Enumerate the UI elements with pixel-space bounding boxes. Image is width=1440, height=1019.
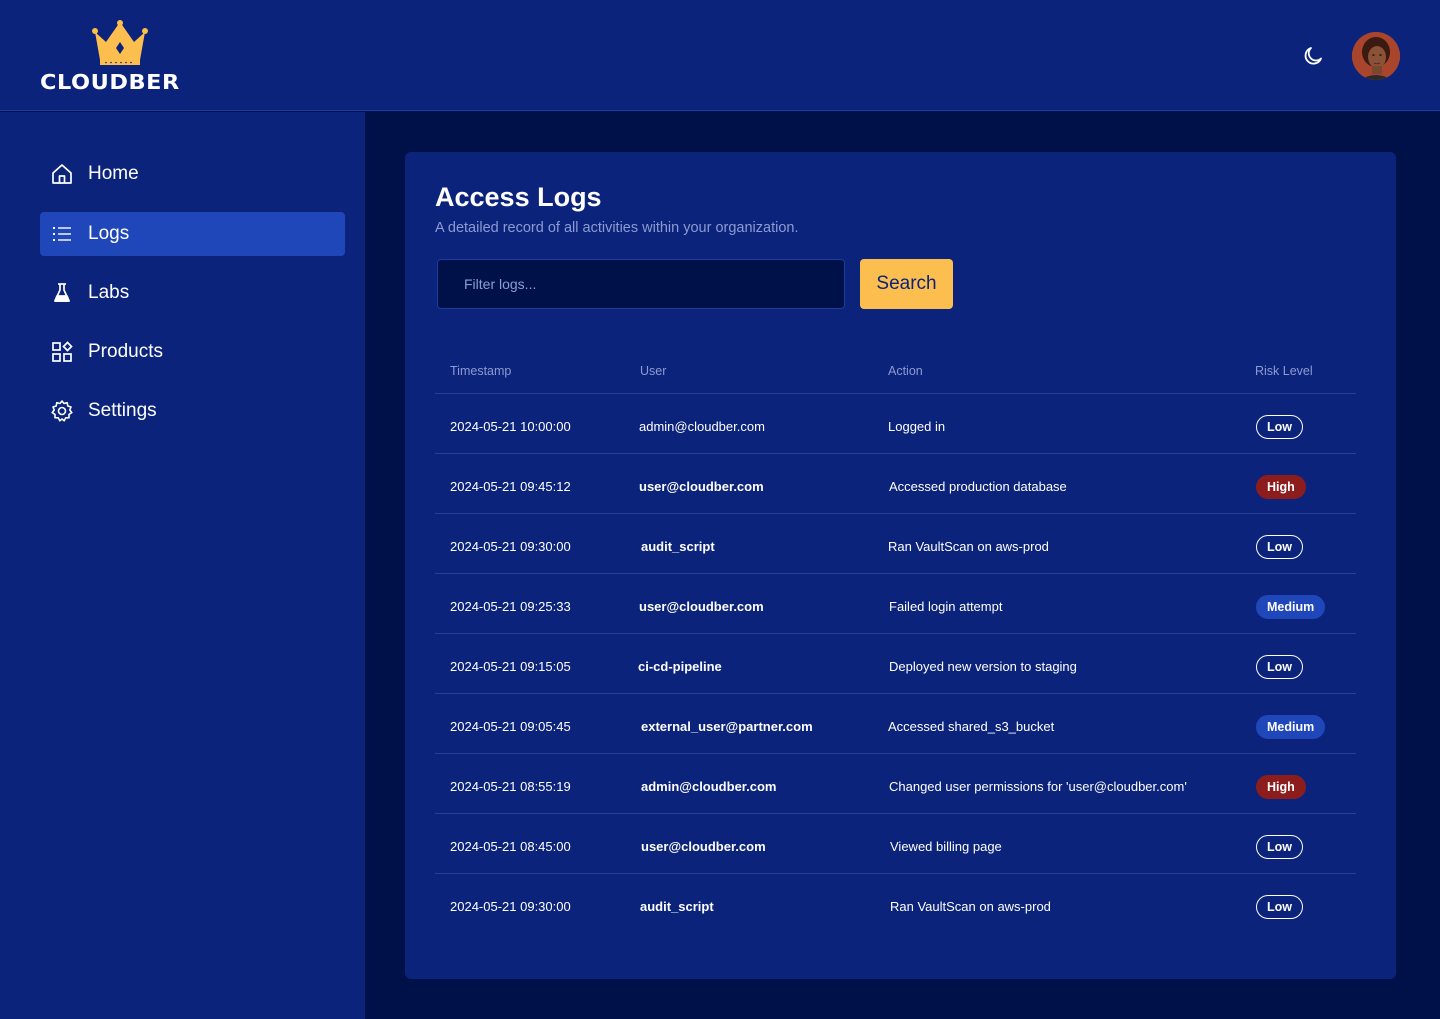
brand-name: CLOUDBER	[40, 70, 180, 94]
list-icon	[50, 222, 74, 246]
action-cell: Accessed shared_s3_bucket	[888, 719, 1055, 734]
brand-logo[interactable]: CLOUDBER	[40, 20, 210, 95]
timestamp-cell: 2024-05-21 09:30:00	[450, 899, 571, 914]
sidebar-item-products[interactable]: Products	[40, 330, 345, 374]
risk-badge: High	[1256, 475, 1306, 499]
action-cell: Changed user permissions for 'user@cloud…	[889, 779, 1187, 794]
risk-badge: Low	[1256, 655, 1303, 679]
action-cell: Viewed billing page	[890, 839, 1002, 854]
sidebar-item-label: Labs	[88, 282, 130, 303]
access-logs-card: Access Logs A detailed record of all act…	[405, 152, 1396, 979]
timestamp-cell: 2024-05-21 09:15:05	[450, 659, 571, 674]
filter-input[interactable]	[437, 259, 845, 309]
action-cell: Deployed new version to staging	[889, 659, 1077, 674]
timestamp-cell: 2024-05-21 09:45:12	[450, 479, 571, 494]
crown-icon	[92, 20, 148, 65]
page-subtitle: A detailed record of all activities with…	[435, 220, 799, 236]
table-row[interactable]: 2024-05-21 09:15:05 ci-cd-pipeline Deplo…	[435, 634, 1356, 694]
table-row[interactable]: 2024-05-21 08:55:19 admin@cloudber.com C…	[435, 754, 1356, 814]
table-row[interactable]: 2024-05-21 09:45:12 user@cloudber.com Ac…	[435, 454, 1356, 514]
risk-badge: Medium	[1256, 595, 1326, 619]
user-cell: audit_script	[641, 539, 715, 554]
action-cell: Logged in	[888, 419, 946, 434]
user-cell: user@cloudber.com	[639, 479, 764, 494]
risk-badge: Low	[1256, 895, 1303, 919]
user-avatar[interactable]	[1352, 32, 1400, 80]
sidebar-item-label: Settings	[88, 400, 157, 421]
column-header-risk-level[interactable]: Risk Level	[1255, 364, 1313, 378]
column-header-user[interactable]: User	[640, 364, 666, 378]
table-row[interactable]: 2024-05-21 09:30:00 audit_script Ran Vau…	[435, 874, 1356, 934]
gear-icon	[50, 399, 74, 423]
sidebar-item-settings[interactable]: Settings	[40, 389, 345, 433]
table-row[interactable]: 2024-05-21 10:00:00 admin@cloudber.com L…	[435, 394, 1356, 454]
risk-badge: Low	[1256, 535, 1303, 559]
timestamp-cell: 2024-05-21 09:05:45	[450, 719, 571, 734]
column-header-timestamp[interactable]: Timestamp	[450, 364, 511, 378]
timestamp-cell: 2024-05-21 10:00:00	[450, 419, 571, 434]
page-title: Access Logs	[435, 182, 602, 212]
table-row[interactable]: 2024-05-21 09:05:45 external_user@partne…	[435, 694, 1356, 754]
sidebar-item-labs[interactable]: Labs	[40, 271, 345, 315]
user-cell: admin@cloudber.com	[641, 779, 777, 794]
user-cell: user@cloudber.com	[639, 599, 764, 614]
sidebar-item-label: Products	[88, 341, 163, 362]
home-icon	[50, 162, 74, 186]
risk-badge: Low	[1256, 415, 1303, 439]
sidebar-item-label: Home	[88, 163, 139, 184]
table-row[interactable]: 2024-05-21 09:25:33 user@cloudber.com Fa…	[435, 574, 1356, 634]
table-row[interactable]: 2024-05-21 09:30:00 audit_script Ran Vau…	[435, 514, 1356, 574]
risk-badge: Low	[1256, 835, 1303, 859]
risk-badge: High	[1256, 775, 1306, 799]
column-header-action[interactable]: Action	[888, 364, 923, 378]
sidebar: Home Logs Labs Products Settings	[0, 112, 365, 1019]
timestamp-cell: 2024-05-21 08:55:19	[450, 779, 571, 794]
action-cell: Accessed production database	[889, 479, 1067, 494]
user-cell: ci-cd-pipeline	[638, 659, 722, 674]
table-row[interactable]: 2024-05-21 08:45:00 user@cloudber.com Vi…	[435, 814, 1356, 874]
sidebar-item-home[interactable]: Home	[40, 152, 345, 196]
logs-table: Timestamp User Action Risk Level 2024-05…	[435, 352, 1356, 934]
action-cell: Ran VaultScan on aws-prod	[888, 539, 1049, 554]
flask-icon	[50, 281, 74, 305]
user-cell: audit_script	[640, 899, 714, 914]
risk-badge: Medium	[1256, 715, 1326, 739]
top-bar: CLOUDBER	[0, 0, 1440, 111]
sidebar-item-label: Logs	[88, 223, 130, 244]
user-cell: admin@cloudber.com	[639, 419, 765, 434]
search-button[interactable]: Search	[860, 259, 953, 309]
timestamp-cell: 2024-05-21 09:25:33	[450, 599, 571, 614]
action-cell: Failed login attempt	[889, 599, 1003, 614]
action-cell: Ran VaultScan on aws-prod	[890, 899, 1051, 914]
timestamp-cell: 2024-05-21 08:45:00	[450, 839, 571, 854]
grid-icon	[50, 340, 74, 364]
table-header: Timestamp User Action Risk Level	[435, 352, 1356, 394]
timestamp-cell: 2024-05-21 09:30:00	[450, 539, 571, 554]
user-cell: user@cloudber.com	[641, 839, 766, 854]
sidebar-item-logs[interactable]: Logs	[40, 212, 345, 256]
moon-icon[interactable]	[1301, 44, 1325, 68]
user-cell: external_user@partner.com	[641, 719, 813, 734]
